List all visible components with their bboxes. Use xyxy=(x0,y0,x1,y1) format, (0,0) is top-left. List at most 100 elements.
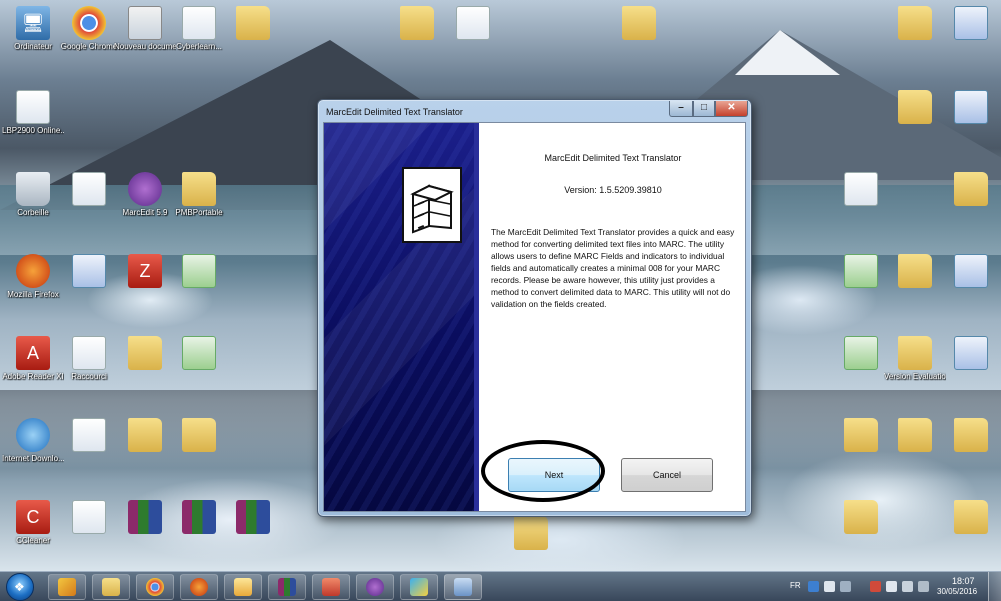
folder-icon xyxy=(622,6,656,40)
close-button[interactable]: ✕ xyxy=(715,101,748,117)
taskbar-app-chrome[interactable] xyxy=(136,574,174,600)
desktop-icon-folder-right-5[interactable] xyxy=(830,418,892,452)
desktop-icon-folder-2[interactable] xyxy=(114,336,176,370)
clock-time[interactable]: 18:07 xyxy=(952,576,975,586)
desktop-icon-word-right-4[interactable] xyxy=(940,336,1001,370)
desktop-icon-folder-3[interactable] xyxy=(114,418,176,452)
taskbar: ❖ FR 18:07 30/05/2016 xyxy=(0,571,1001,601)
language-indicator[interactable]: FR xyxy=(790,581,801,590)
taskbar-app-9[interactable] xyxy=(400,574,438,600)
desktop-icon-recycle-bin[interactable]: Corbeille xyxy=(2,172,64,217)
desktop-icon-doc-3[interactable] xyxy=(58,418,120,452)
minimize-button[interactable]: – xyxy=(669,101,693,117)
desktop-icon-xls-right[interactable] xyxy=(830,254,892,288)
desktop-icon-folder-right-6[interactable] xyxy=(884,418,946,452)
taskbar-app-rar[interactable] xyxy=(268,574,306,600)
desktop-icon-folder-right-3[interactable] xyxy=(940,172,1001,206)
taskbar-app-7[interactable] xyxy=(312,574,350,600)
desktop-icon-folder-bottom[interactable] xyxy=(500,516,562,550)
desktop-icon-folder-right-2[interactable] xyxy=(884,90,946,124)
desktop-icon-marcedit[interactable]: MarcEdit 5.9 xyxy=(114,172,176,217)
desktop-icon-rar-1[interactable] xyxy=(114,500,176,534)
desktop-icon-folder-right-9[interactable] xyxy=(940,500,1001,534)
desktop-icon-word-doc[interactable] xyxy=(58,254,120,288)
app-icon xyxy=(234,578,252,596)
tray-icon[interactable] xyxy=(824,581,835,592)
desktop-icon-ccleaner[interactable]: C CCleaner xyxy=(2,500,64,545)
recycle-bin-icon xyxy=(16,172,50,206)
tray-icon[interactable] xyxy=(840,581,851,592)
desktop-icon-excel-2[interactable] xyxy=(168,336,230,370)
folder-icon xyxy=(128,418,162,452)
desktop-icon-raccourci[interactable]: Raccourci xyxy=(58,336,120,381)
desktop-icon-arabic-doc[interactable] xyxy=(58,172,120,206)
desktop-icon-label: Nouveau docume... xyxy=(114,42,176,51)
desktop-icon-doc-4[interactable] xyxy=(58,500,120,534)
tray-icon[interactable] xyxy=(918,581,929,592)
folder-icon xyxy=(954,500,988,534)
document-icon xyxy=(72,172,106,206)
desktop-icon-z[interactable]: Z xyxy=(114,254,176,288)
cancel-button[interactable]: Cancel xyxy=(621,458,713,492)
spreadsheet-icon xyxy=(182,254,216,288)
tray-icon[interactable] xyxy=(870,581,881,592)
dialog-side-strip xyxy=(474,123,479,511)
spreadsheet-icon xyxy=(844,254,878,288)
desktop-icon-word-right-1[interactable] xyxy=(940,6,1001,40)
taskbar-app-marcedit[interactable] xyxy=(356,574,394,600)
folder-icon xyxy=(182,172,216,206)
zotero-icon: Z xyxy=(128,254,162,288)
desktop-icon-chrome[interactable]: Google Chrome xyxy=(58,6,120,51)
desktop-icon-excel[interactable] xyxy=(168,254,230,288)
taskbar-app-active[interactable] xyxy=(444,574,482,600)
desktop-icon-rar-2[interactable] xyxy=(168,500,230,534)
desktop-icon-cyberlearn[interactable]: Cyberlearn... xyxy=(168,6,230,51)
desktop-icon-folder-top-1[interactable] xyxy=(386,6,448,40)
taskbar-app-1[interactable] xyxy=(48,574,86,600)
desktop-icon-rar-3[interactable] xyxy=(222,500,284,534)
clock-date[interactable]: 30/05/2016 xyxy=(937,587,977,596)
desktop-icon-doc-top[interactable] xyxy=(442,6,504,40)
volume-icon[interactable] xyxy=(902,581,913,592)
taskbar-app-5[interactable] xyxy=(224,574,262,600)
desktop-icon-folder-right-8[interactable] xyxy=(830,500,892,534)
desktop-icon-internet-download[interactable]: Internet Downlo... xyxy=(2,418,64,463)
desktop-icon-version-evaluation[interactable]: Version Evaluation xyxy=(884,336,946,381)
desktop-icon-label: Mozilla Firefox xyxy=(7,290,59,299)
desktop-icon-folder[interactable] xyxy=(222,6,284,40)
desktop-icon-doc-right[interactable] xyxy=(830,172,892,206)
tray-icon[interactable] xyxy=(808,581,819,592)
folder-icon xyxy=(954,172,988,206)
taskbar-app-firefox[interactable] xyxy=(180,574,218,600)
show-desktop-button[interactable] xyxy=(988,572,1001,601)
desktop-icon-folder-4[interactable] xyxy=(168,418,230,452)
maximize-button[interactable]: □ xyxy=(693,101,715,117)
taskbar-app-explorer[interactable] xyxy=(92,574,130,600)
desktop-icon-pmbportable[interactable]: PMBPortable xyxy=(168,172,230,217)
desktop-icon-word-right-3[interactable] xyxy=(940,254,1001,288)
folder-icon xyxy=(954,418,988,452)
desktop-icon-lbp2900[interactable]: LBP2900 Online... xyxy=(2,90,64,135)
annotation-ellipse xyxy=(481,440,605,502)
archive-icon xyxy=(182,500,216,534)
network-icon[interactable] xyxy=(886,581,897,592)
desktop-icon-folder-top-2[interactable] xyxy=(608,6,670,40)
document-icon xyxy=(844,172,878,206)
document-icon xyxy=(954,336,988,370)
desktop-icon-adobe-reader[interactable]: A Adobe Reader XI xyxy=(2,336,64,381)
folder-icon xyxy=(102,578,120,596)
desktop-icon-label: Adobe Reader XI xyxy=(2,372,64,381)
ccleaner-icon: C xyxy=(16,500,50,534)
document-icon xyxy=(72,418,106,452)
start-button[interactable]: ❖ xyxy=(6,573,34,601)
desktop-icon-firefox[interactable]: Mozilla Firefox xyxy=(2,254,64,299)
desktop-icon-word-right-2[interactable] xyxy=(940,90,1001,124)
desktop-icon-folder-right-1[interactable] xyxy=(884,6,946,40)
desktop-icon-label: Version Evaluation xyxy=(884,372,946,381)
desktop-icon-xls-right-2[interactable] xyxy=(830,336,892,370)
desktop-icon-folder-right-7[interactable] xyxy=(940,418,1001,452)
chrome-icon xyxy=(146,578,164,596)
desktop-icon-nouveau-document[interactable]: Nouveau docume... xyxy=(114,6,176,51)
desktop-icon-folder-right-4[interactable] xyxy=(884,254,946,288)
desktop-icon-computer[interactable]: 🖥 Ordinateur xyxy=(2,6,64,51)
